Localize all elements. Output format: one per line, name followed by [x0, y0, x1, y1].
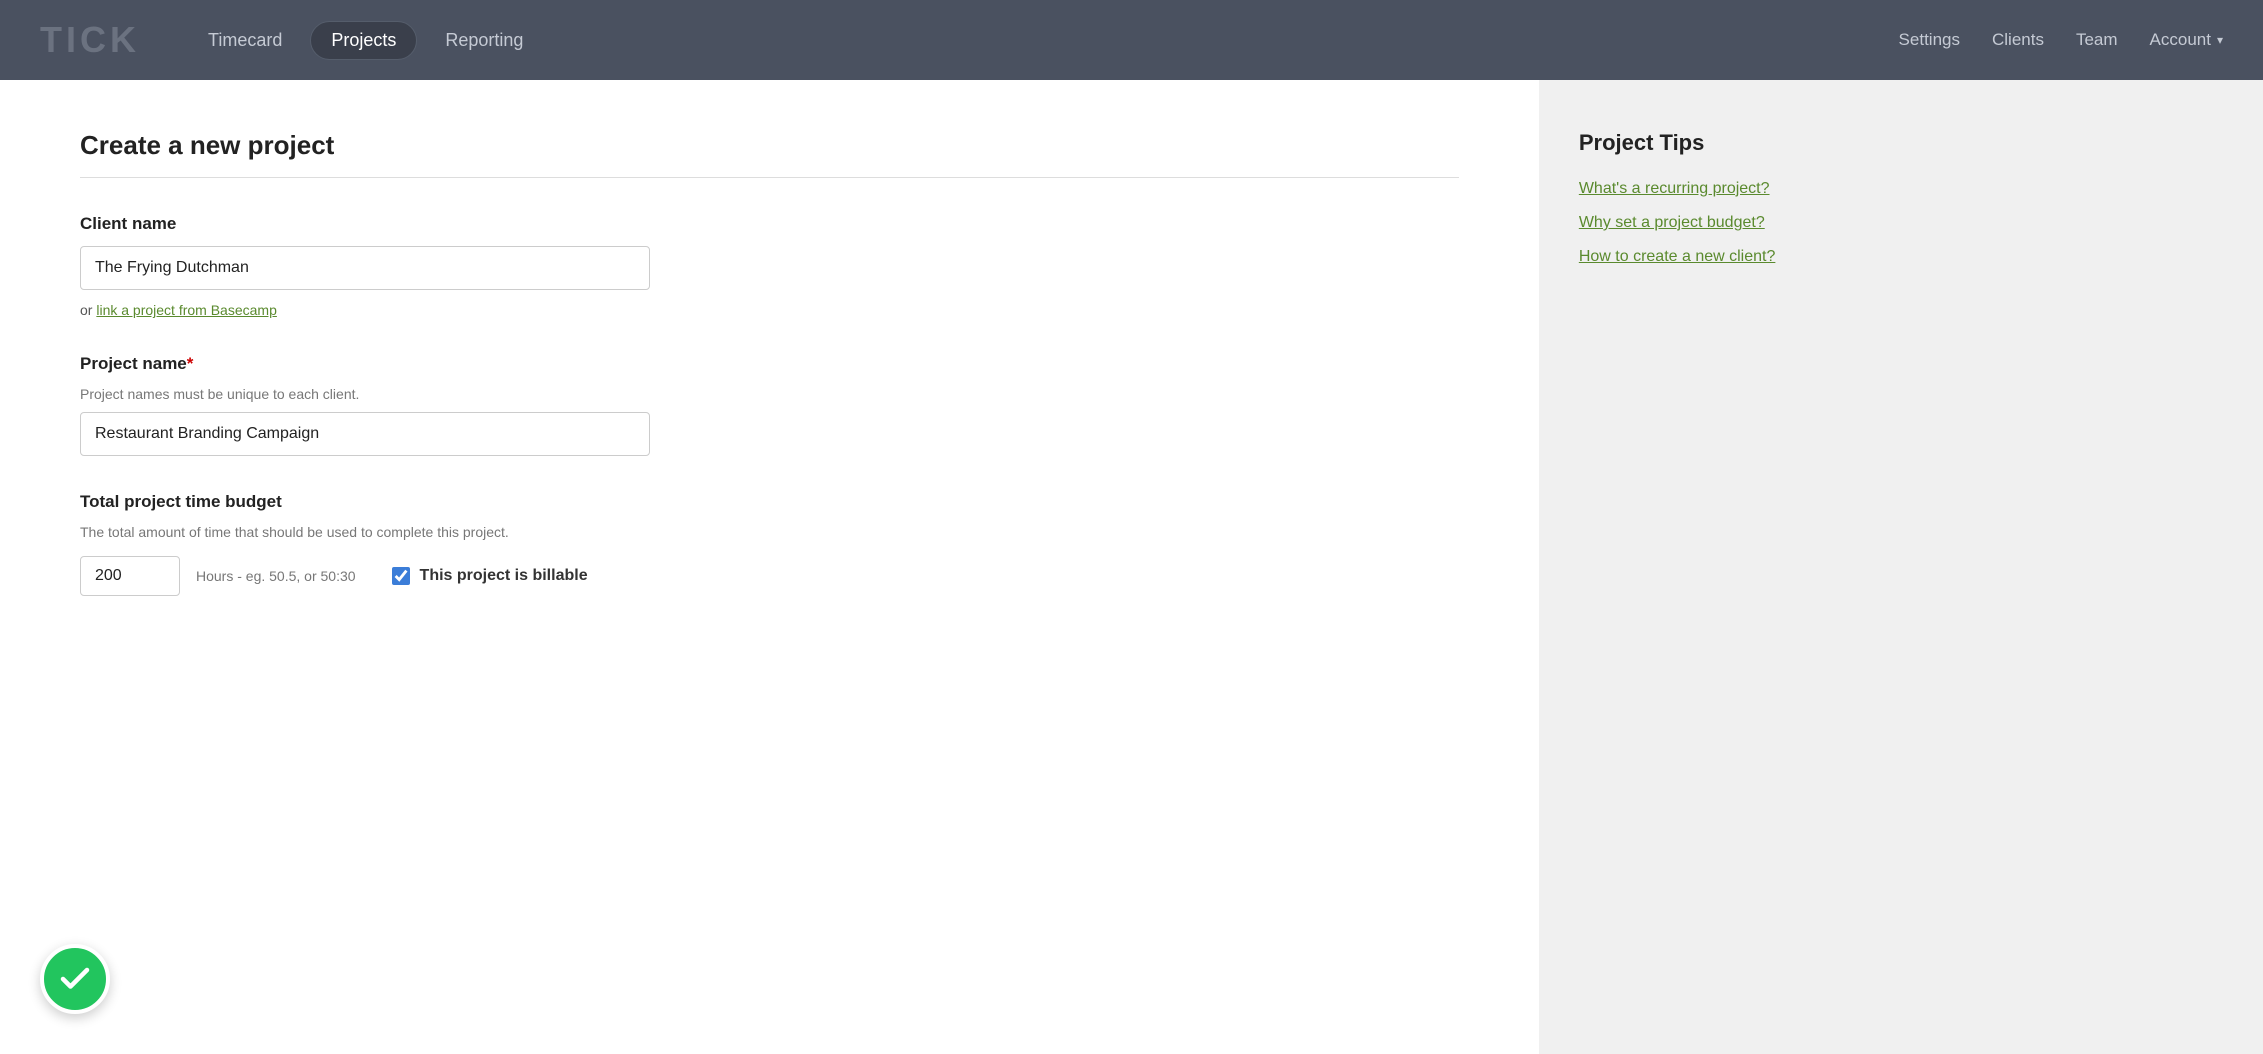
billable-row: This project is billable: [392, 567, 588, 585]
check-icon: [57, 961, 93, 997]
budget-hint: Hours - eg. 50.5, or 50:30: [196, 568, 356, 584]
content-card: Create a new project Client name or link…: [0, 80, 1539, 1054]
basecamp-link-row: or link a project from Basecamp: [80, 302, 1459, 318]
page-title: Create a new project: [80, 130, 1459, 161]
check-overlay[interactable]: [40, 944, 110, 1014]
nav-reporting[interactable]: Reporting: [425, 22, 543, 59]
budget-label: Total project time budget: [80, 492, 1459, 512]
client-name-label: Client name: [80, 214, 1459, 234]
project-name-input[interactable]: [80, 412, 650, 456]
main-wrapper: Create a new project Client name or link…: [0, 80, 2263, 1054]
nav-team[interactable]: Team: [2076, 30, 2118, 50]
budget-row: Hours - eg. 50.5, or 50:30 This project …: [80, 556, 1459, 596]
tips-title: Project Tips: [1579, 130, 2223, 156]
nav-timecard[interactable]: Timecard: [188, 22, 302, 59]
billable-label: This project is billable: [420, 567, 588, 585]
navbar: TICK Timecard Projects Reporting Setting…: [0, 0, 2263, 80]
tips-sidebar: Project Tips What's a recurring project?…: [1539, 80, 2263, 1054]
project-name-sublabel: Project names must be unique to each cli…: [80, 386, 1459, 402]
nav-account[interactable]: Account ▾: [2150, 30, 2223, 50]
basecamp-link[interactable]: link a project from Basecamp: [96, 302, 277, 318]
project-name-label: Project name*: [80, 354, 1459, 374]
chevron-down-icon: ▾: [2217, 33, 2223, 47]
tips-link-2[interactable]: How to create a new client?: [1579, 248, 2223, 266]
tips-link-0[interactable]: What's a recurring project?: [1579, 180, 2223, 198]
client-name-input[interactable]: [80, 246, 650, 290]
client-name-section: Client name or link a project from Basec…: [80, 214, 1459, 318]
billable-checkbox[interactable]: [392, 567, 410, 585]
nav-projects[interactable]: Projects: [310, 21, 417, 60]
app-logo: TICK: [40, 19, 140, 61]
nav-clients[interactable]: Clients: [1992, 30, 2044, 50]
budget-input[interactable]: [80, 556, 180, 596]
nav-settings[interactable]: Settings: [1899, 30, 1960, 50]
budget-section: Total project time budget The total amou…: [80, 492, 1459, 596]
project-name-section: Project name* Project names must be uniq…: [80, 354, 1459, 456]
title-divider: [80, 177, 1459, 178]
budget-sublabel: The total amount of time that should be …: [80, 524, 1459, 540]
tips-link-1[interactable]: Why set a project budget?: [1579, 214, 2223, 232]
required-marker: *: [187, 354, 194, 373]
